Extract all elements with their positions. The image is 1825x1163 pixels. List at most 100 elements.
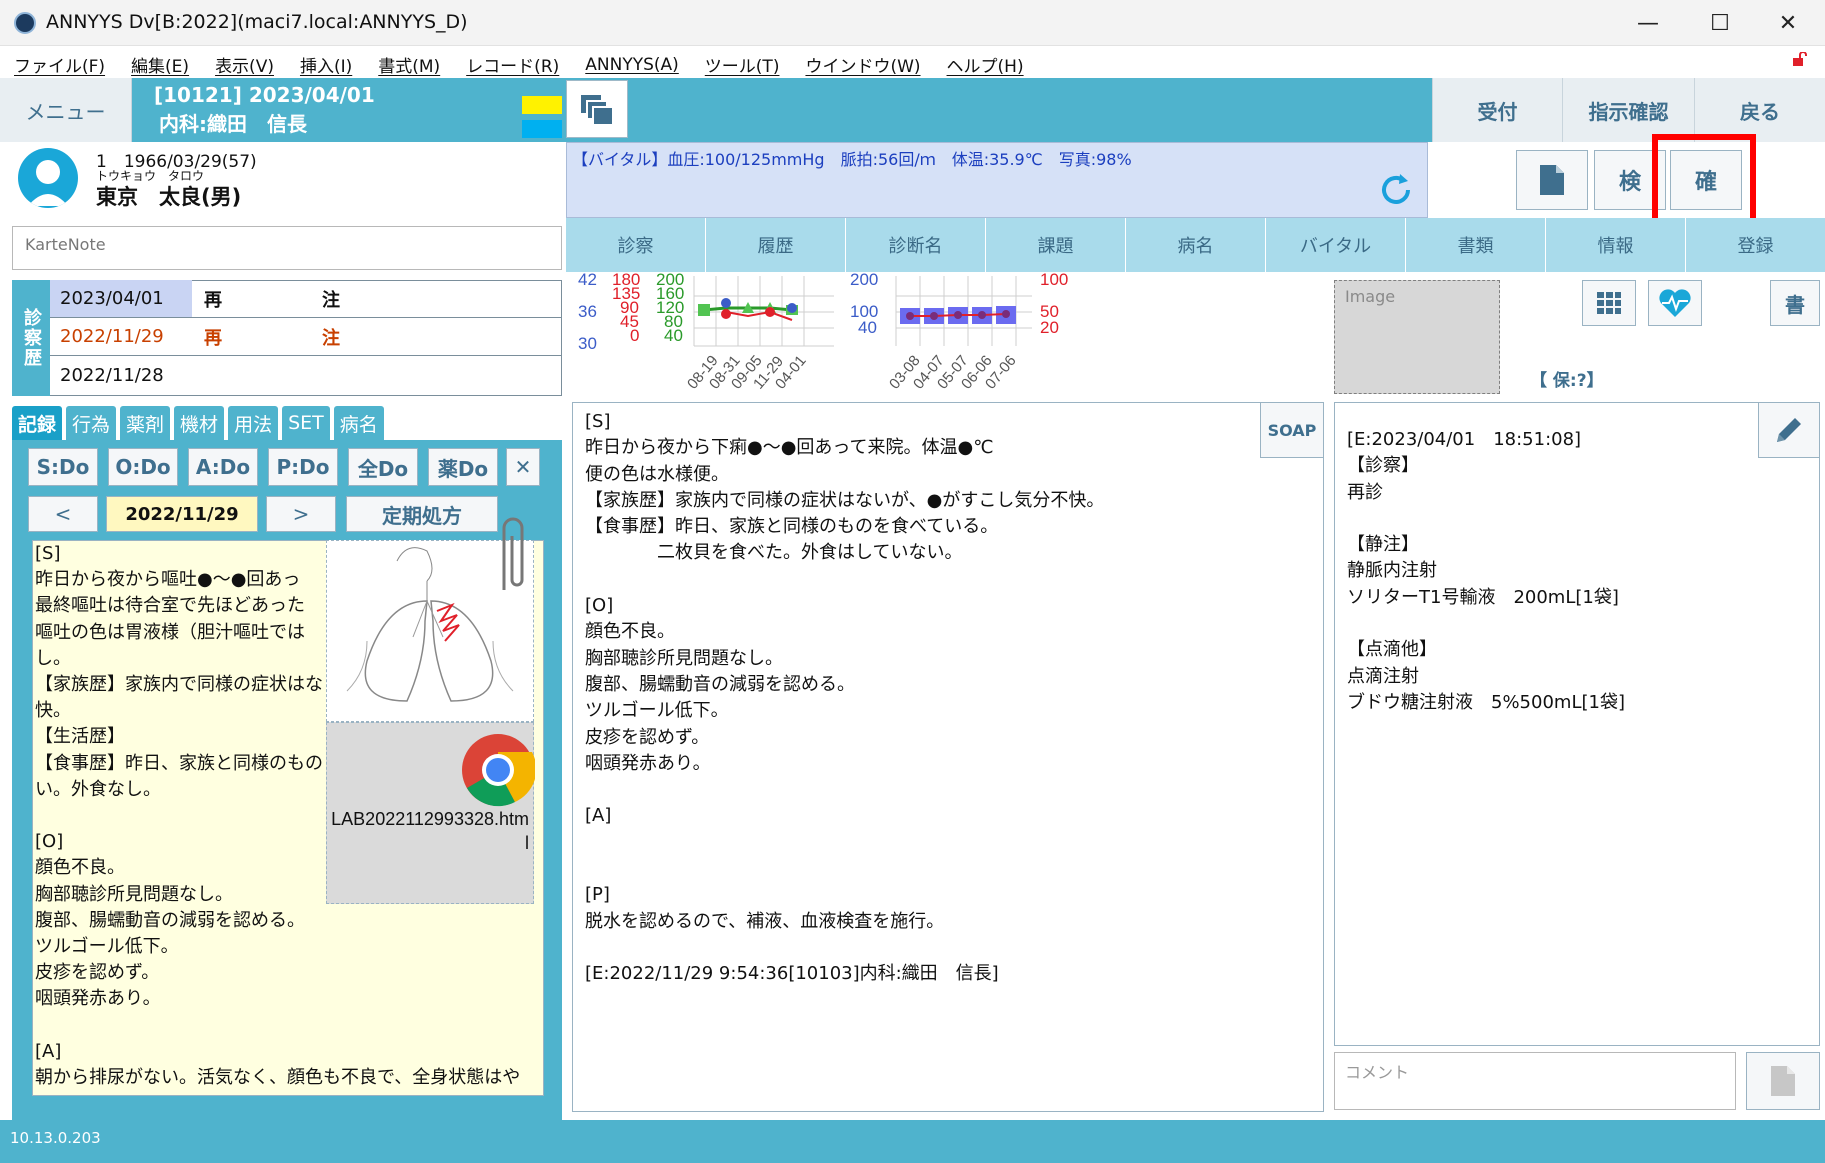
html-attachment[interactable]: LAB2022112993328.html bbox=[326, 722, 535, 904]
image-box[interactable]: Image bbox=[1334, 280, 1500, 394]
axis-label: 42 bbox=[578, 272, 597, 289]
tab-issue[interactable]: 課題 bbox=[986, 218, 1126, 272]
a-do-button[interactable]: A:Do bbox=[188, 448, 258, 486]
comment-input[interactable]: コメント bbox=[1334, 1052, 1736, 1110]
s-do-button[interactable]: S:Do bbox=[28, 448, 98, 486]
axis-label: 100 bbox=[1040, 272, 1068, 289]
history-kind: 再 bbox=[204, 289, 222, 311]
all-do-button[interactable]: 全Do bbox=[348, 448, 418, 486]
document-button[interactable] bbox=[1516, 150, 1588, 210]
order-line: 【点滴他】 bbox=[1347, 639, 1437, 661]
record-line: 咽頭発赤あり。 bbox=[35, 988, 161, 1010]
menu-annyys[interactable]: ANNYYS(A) bbox=[585, 55, 679, 75]
order-line: [E:2023/04/01 18:51:08] bbox=[1347, 429, 1582, 450]
exam-history-label: 診察歴 bbox=[12, 280, 50, 396]
record-line bbox=[33, 1013, 543, 1039]
menu-insert[interactable]: 挿入(I) bbox=[300, 52, 352, 77]
soap-line: 腹部、腸蠕動音の減弱を認める。 bbox=[585, 673, 855, 695]
axis-label: 30 bbox=[578, 334, 597, 353]
order-line: 静脈内注射 bbox=[1347, 560, 1437, 582]
comment-save-button[interactable] bbox=[1746, 1052, 1820, 1110]
menu-button[interactable]: メニュー bbox=[0, 78, 132, 142]
write-button[interactable]: 書 bbox=[1770, 280, 1820, 326]
back-button[interactable]: 戻る bbox=[1694, 78, 1825, 142]
soap-line bbox=[585, 567, 1311, 593]
document-icon bbox=[1540, 165, 1564, 195]
axis-label: 40 bbox=[664, 326, 683, 345]
history-note: 注 bbox=[322, 327, 340, 349]
refresh-icon[interactable] bbox=[1376, 170, 1416, 210]
prev-date-button[interactable]: < bbox=[28, 496, 98, 532]
menu-edit[interactable]: 編集(E) bbox=[131, 52, 189, 77]
tab-history[interactable]: 履歴 bbox=[706, 218, 846, 272]
copy-icon bbox=[581, 95, 614, 126]
drug-do-button[interactable]: 薬Do bbox=[428, 448, 498, 486]
tab-info[interactable]: 情報 bbox=[1546, 218, 1686, 272]
order-line: ソリターT1号輸液 200mL[1袋] bbox=[1347, 586, 1619, 608]
soap-line: 二枚貝を食べた。外食はしていない。 bbox=[585, 542, 963, 564]
history-kind: 再 bbox=[204, 327, 222, 349]
axis-label: 200 bbox=[850, 272, 878, 289]
encounter-header: [10121] 2023/04/01 内科:織田 信長 bbox=[132, 78, 522, 142]
soap-line bbox=[585, 856, 1311, 882]
edit-button[interactable] bbox=[1758, 402, 1820, 458]
tab-drug[interactable]: 薬剤 bbox=[120, 406, 171, 440]
menu-tools[interactable]: ツール(T) bbox=[705, 52, 780, 77]
order-line: 【診察】 bbox=[1347, 455, 1419, 477]
record-line: 皮疹を認めず。 bbox=[35, 962, 160, 984]
tab-set[interactable]: SET bbox=[282, 406, 330, 440]
soap-line: 【家族歴】家族内で同様の症状はないが、●がすこし気分不快。 bbox=[585, 489, 1105, 511]
history-row[interactable]: 2023/04/01 再 注 bbox=[50, 280, 562, 318]
reception-button[interactable]: 受付 bbox=[1432, 78, 1562, 142]
maximize-button[interactable]: ☐ bbox=[1684, 0, 1756, 46]
o-do-button[interactable]: O:Do bbox=[108, 448, 178, 486]
encounter-id-date: [10121] 2023/04/01 bbox=[154, 83, 375, 107]
tab-usage[interactable]: 用法 bbox=[228, 406, 279, 440]
history-row[interactable]: 2022/11/29 再 注 bbox=[50, 318, 562, 356]
menu-view[interactable]: 表示(V) bbox=[215, 52, 274, 77]
close-do-button[interactable]: ✕ bbox=[506, 448, 540, 486]
tab-record[interactable]: 記録 bbox=[12, 406, 63, 440]
soap-line: 昨日から夜から下痢●～●回あって来院。体温●℃ bbox=[585, 437, 994, 459]
next-date-button[interactable]: > bbox=[266, 496, 336, 532]
grid-icon bbox=[1597, 292, 1621, 314]
axis-label: 0 bbox=[630, 326, 639, 345]
tab-register[interactable]: 登録 bbox=[1686, 218, 1825, 272]
tab-action[interactable]: 行為 bbox=[66, 406, 117, 440]
history-row[interactable]: 2022/11/28 bbox=[50, 356, 562, 394]
soap-line bbox=[585, 777, 1311, 803]
tab-material[interactable]: 機材 bbox=[174, 406, 225, 440]
menu-file[interactable]: ファイル(F) bbox=[14, 52, 105, 77]
copy-windows-button[interactable] bbox=[566, 80, 628, 138]
menu-record[interactable]: レコード(R) bbox=[466, 52, 559, 77]
tab-diagnosis[interactable]: 診断名 bbox=[846, 218, 986, 272]
app-logo-icon bbox=[14, 12, 36, 34]
axis-label: 36 bbox=[578, 302, 597, 321]
karte-note-input[interactable]: KarteNote bbox=[12, 226, 562, 270]
close-window-button[interactable]: ✕ bbox=[1752, 0, 1824, 46]
tab-vital[interactable]: バイタル bbox=[1266, 218, 1406, 272]
soap-line: [P] bbox=[585, 884, 610, 906]
status-flags bbox=[522, 96, 562, 138]
soap-button[interactable]: SOAP bbox=[1260, 402, 1324, 458]
tab-documents[interactable]: 書類 bbox=[1406, 218, 1546, 272]
soap-editor[interactable]: [S] 昨日から夜から下痢●～●回あって来院。体温●℃ 便の色は水様便。 【家族… bbox=[572, 402, 1324, 1112]
record-line: ツルゴール低下。 bbox=[35, 936, 179, 958]
record-line: [A] bbox=[35, 1040, 62, 1062]
minimize-button[interactable]: — bbox=[1612, 0, 1684, 46]
tab-disease-name[interactable]: 病名 bbox=[333, 406, 384, 440]
menu-format[interactable]: 書式(M) bbox=[378, 52, 440, 77]
vital-chart-button[interactable] bbox=[1648, 280, 1702, 326]
p-do-button[interactable]: P:Do bbox=[268, 448, 338, 486]
instruction-check-button[interactable]: 指示確認 bbox=[1562, 78, 1694, 142]
menu-help[interactable]: ヘルプ(H) bbox=[947, 52, 1024, 77]
regular-prescription-button[interactable]: 定期処方 bbox=[346, 496, 498, 532]
menu-window[interactable]: ウインドウ(W) bbox=[805, 52, 920, 77]
soap-line: 便の色は水様便。 bbox=[585, 463, 729, 485]
grid-view-button[interactable] bbox=[1582, 280, 1636, 326]
document-icon bbox=[1771, 1066, 1795, 1096]
tab-disease[interactable]: 病名 bbox=[1126, 218, 1266, 272]
order-line: 点滴注射 bbox=[1347, 665, 1419, 687]
tab-exam[interactable]: 診察 bbox=[566, 218, 706, 272]
soap-line: [E:2022/11/29 9:54:36[10103]内科:織田 信長] bbox=[585, 963, 999, 985]
